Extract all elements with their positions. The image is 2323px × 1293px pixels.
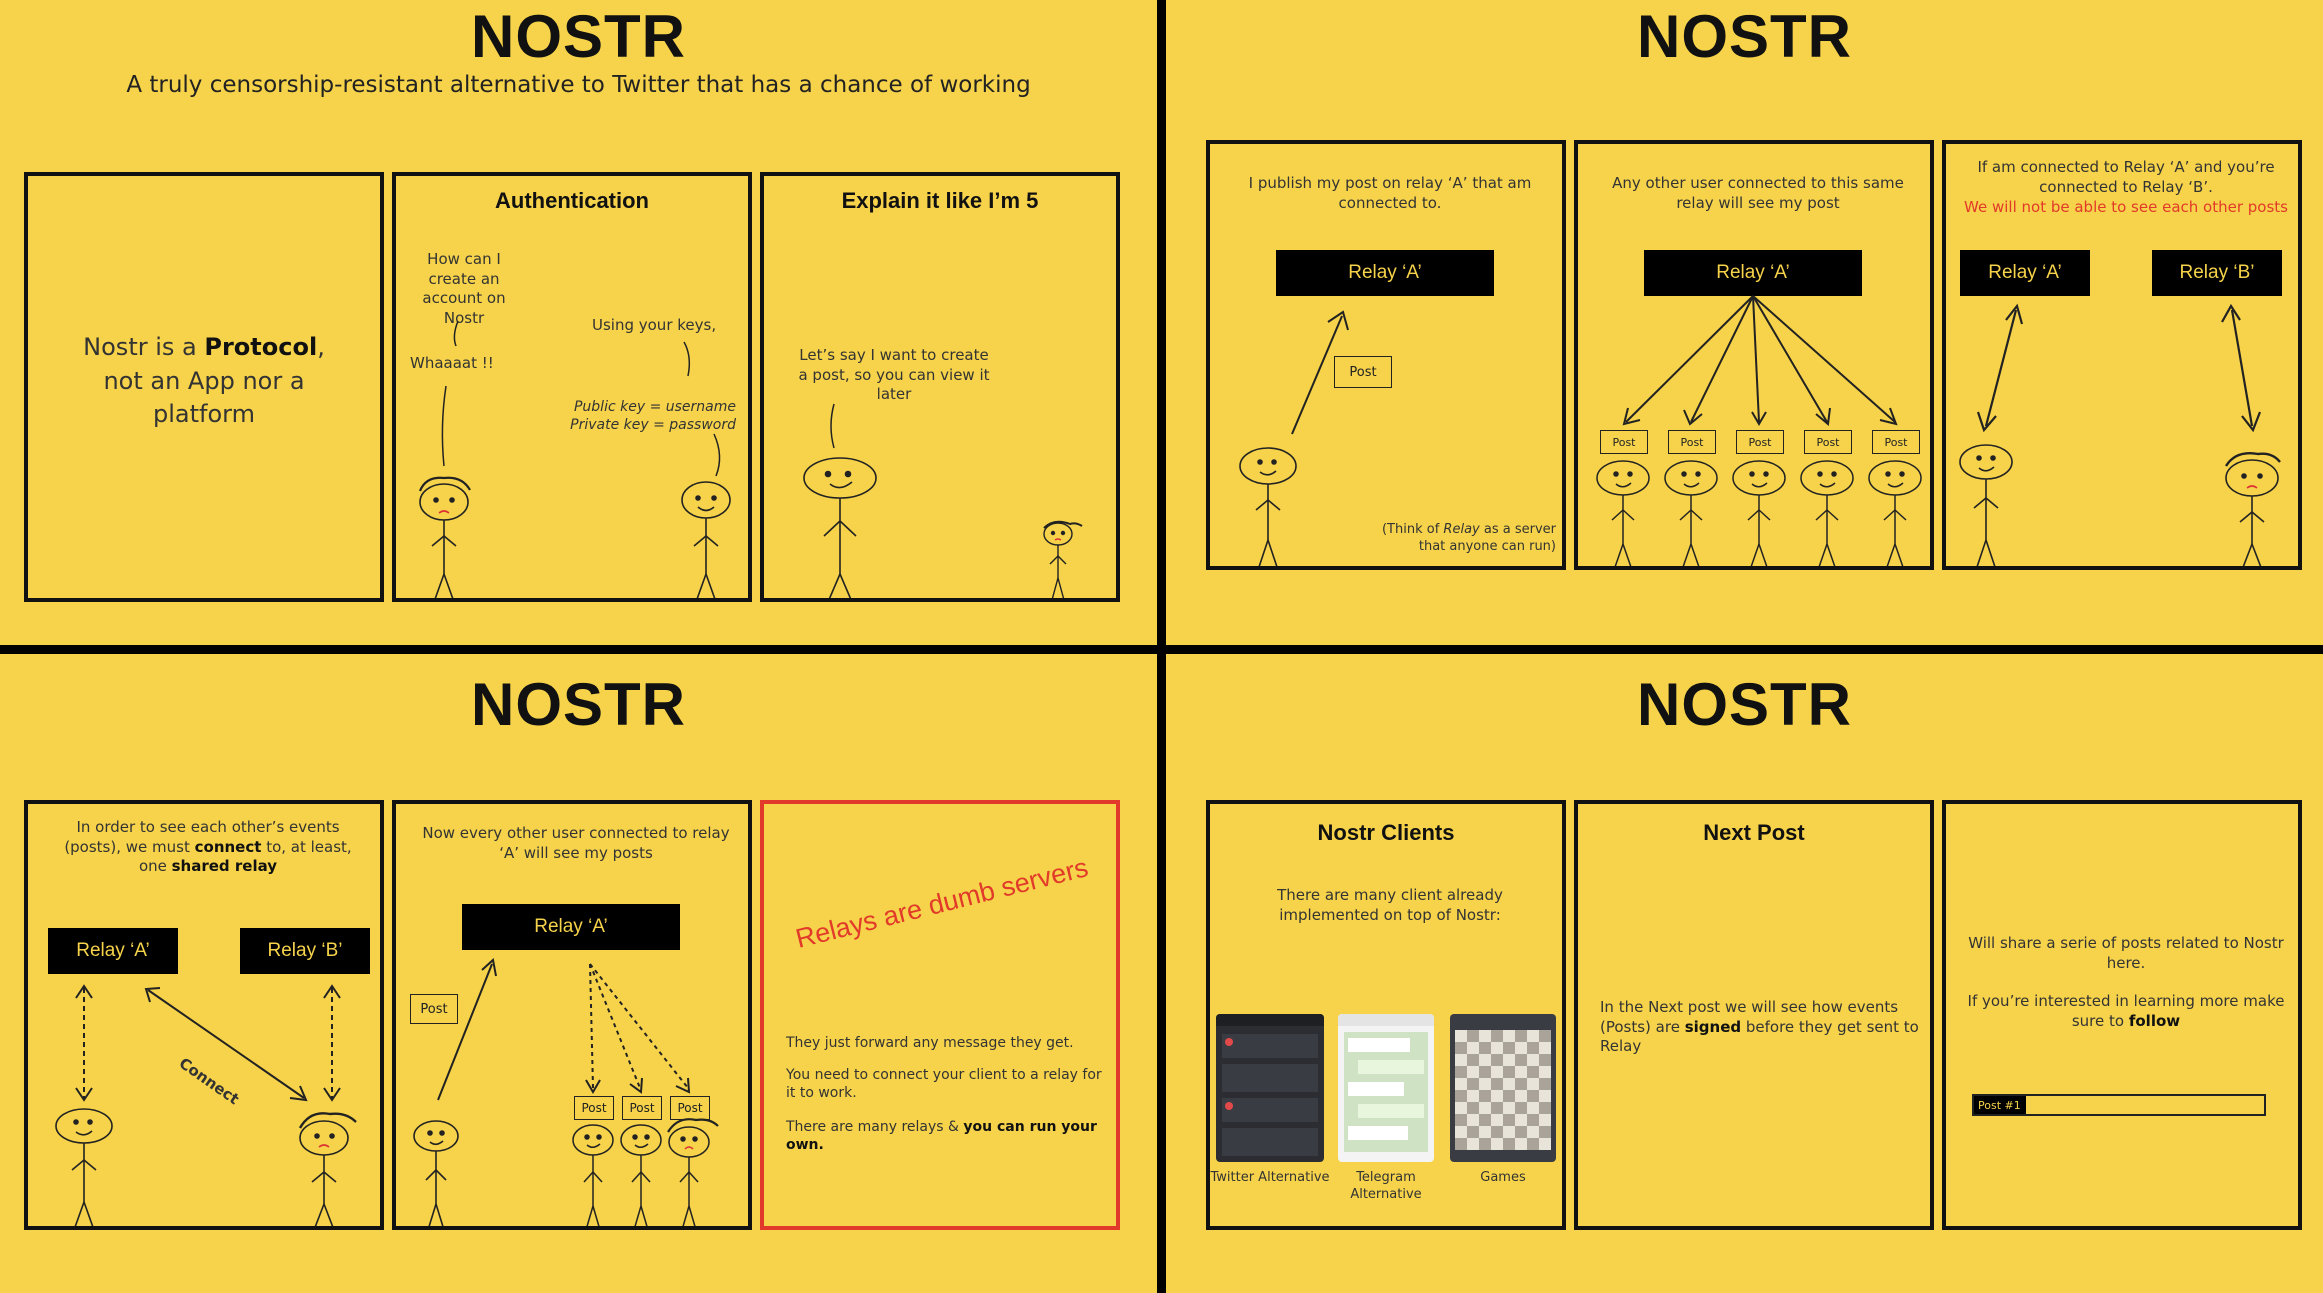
follow-text: If you’re interested in learning more ma… <box>1967 992 2285 1030</box>
panel-publish-post: I publish my post on relay ‘A’ that am c… <box>1206 140 1566 570</box>
stick-figure-user-b <box>298 1112 357 1226</box>
stick-figure-user-b <box>2224 452 2281 566</box>
panel-authentication: Authentication How can I create an accou… <box>392 172 752 602</box>
stick-figure-reader-5 <box>1868 460 1922 566</box>
connect-client-text: You need to connect your client to a rel… <box>786 1067 1102 1102</box>
shared-relay-drawing <box>55 984 357 1226</box>
stick-figure-reader-1 <box>572 1124 614 1226</box>
stick-figure-reader-3 <box>667 1118 719 1226</box>
panel-every-user-sees: Now every other user connected to relay … <box>392 800 752 1230</box>
stick-figure-reader-3 <box>1732 460 1786 566</box>
panel-dumb-servers: Relays are dumb servers They just forwar… <box>760 800 1120 1230</box>
stick-figure-group <box>1596 460 1922 566</box>
many-relays-text: There are many relays & you can run your… <box>786 1119 1097 1154</box>
comic-quadrant-2: NOSTR I publish my post on relay ‘A’ tha… <box>1166 0 2323 645</box>
subtitle: A truly censorship-resistant alternative… <box>126 72 1031 98</box>
protocol-text: Nostr is a Protocol, not an App nor a pl… <box>83 333 325 429</box>
panel-nostr-clients: Nostr Clients There are many client alre… <box>1206 800 1566 1230</box>
stick-figure-user-a <box>55 1108 113 1226</box>
stick-figure-user-a <box>1959 444 2013 566</box>
series-progress-bar: Post #1 <box>1972 1094 2266 1116</box>
panel-title: Nostr Clients <box>1317 820 1455 845</box>
stick-figure-reader-2 <box>620 1124 662 1226</box>
panel-explain-like-5: Explain it like I’m 5 Let’s say I want t… <box>760 172 1120 602</box>
forward-text: They just forward any message they get. <box>786 1035 1074 1051</box>
stick-figure-author <box>413 1120 459 1226</box>
stick-figure-publisher <box>1239 447 1297 566</box>
publish-drawing <box>1239 310 1349 566</box>
stick-figure-right <box>681 481 731 598</box>
authentication-drawing <box>418 320 731 598</box>
series-text: Will share a serie of posts related to N… <box>1968 934 2284 972</box>
panel-protocol: Nostr is a Protocol, not an App nor a pl… <box>24 172 384 602</box>
stick-figure-left <box>418 476 471 598</box>
stick-figure-reader-1 <box>1596 460 1650 566</box>
panel-next-post: Next Post In the Next post we will see h… <box>1574 800 1934 1230</box>
different-relays-drawing <box>1959 303 2281 566</box>
twitter-client-screenshot <box>1216 1014 1324 1162</box>
clients-text: There are many client already implemente… <box>1277 886 1503 924</box>
explain-drawing <box>803 403 1083 598</box>
quadrant-title: NOSTR <box>471 3 686 70</box>
panel-title: Next Post <box>1703 820 1805 845</box>
quadrant-title: NOSTR <box>471 671 686 738</box>
panel-others-see-post: Any other user connected to this same re… <box>1574 140 1934 570</box>
progress-fill: Post #1 <box>1974 1096 2027 1114</box>
chess-game-screenshot <box>1450 1014 1556 1162</box>
comic-quadrant-4: NOSTR Nostr Clients There are many clien… <box>1166 654 2323 1293</box>
quadrant-title: NOSTR <box>1637 671 1852 738</box>
panel-shared-relay: In order to see each other’s events (pos… <box>24 800 384 1230</box>
next-post-text: In the Next post we will see how events … <box>1600 998 1919 1055</box>
stick-figure-reader-2 <box>1664 460 1718 566</box>
games-caption: Games <box>1480 1170 1526 1185</box>
stick-figure-small <box>1043 520 1083 598</box>
reader-figures <box>572 1118 719 1226</box>
comic-quadrant-3: NOSTR In order to see each other’s event… <box>0 654 1157 1293</box>
telegram-alternative-caption: Telegram Alternative <box>1350 1170 1422 1202</box>
dumb-servers-headline: Relays are dumb servers <box>792 852 1092 954</box>
every-user-drawing <box>413 958 719 1226</box>
stick-figure-big <box>803 457 877 598</box>
quadrant-title: NOSTR <box>1637 3 1852 70</box>
stick-figure-reader-4 <box>1800 460 1854 566</box>
comic-quadrant-1: NOSTR A truly censorship-resistant alter… <box>0 0 1157 645</box>
panel-different-relays: If am connected to Relay ‘A’ and you’re … <box>1942 140 2302 570</box>
broadcast-drawing <box>1596 295 1922 566</box>
telegram-client-screenshot <box>1338 1014 1434 1162</box>
panel-follow: Will share a serie of posts related to N… <box>1942 800 2302 1230</box>
twitter-alternative-caption: Twitter Alternative <box>1210 1170 1330 1185</box>
